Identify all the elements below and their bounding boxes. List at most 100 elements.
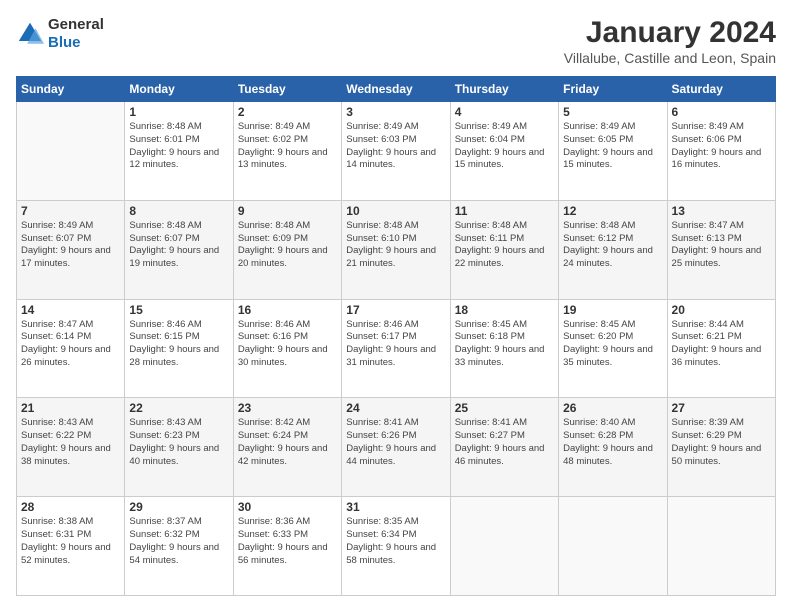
- day-number: 5: [563, 105, 662, 119]
- col-wednesday: Wednesday: [342, 77, 450, 102]
- day-details: Sunrise: 8:49 AMSunset: 6:07 PMDaylight:…: [21, 220, 111, 269]
- day-number: 14: [21, 303, 120, 317]
- day-number: 25: [455, 401, 554, 415]
- day-number: 28: [21, 500, 120, 514]
- table-row: 4 Sunrise: 8:49 AMSunset: 6:04 PMDayligh…: [450, 102, 558, 201]
- col-friday: Friday: [559, 77, 667, 102]
- location-title: Villalube, Castille and Leon, Spain: [564, 50, 776, 66]
- day-details: Sunrise: 8:40 AMSunset: 6:28 PMDaylight:…: [563, 417, 653, 466]
- page: General Blue January 2024 Villalube, Cas…: [0, 0, 792, 612]
- day-number: 16: [238, 303, 337, 317]
- day-number: 18: [455, 303, 554, 317]
- table-row: 15 Sunrise: 8:46 AMSunset: 6:15 PMDaylig…: [125, 299, 233, 398]
- day-number: 23: [238, 401, 337, 415]
- day-details: Sunrise: 8:41 AMSunset: 6:27 PMDaylight:…: [455, 417, 545, 466]
- logo-icon: [16, 20, 44, 48]
- day-details: Sunrise: 8:45 AMSunset: 6:20 PMDaylight:…: [563, 319, 653, 368]
- day-details: Sunrise: 8:44 AMSunset: 6:21 PMDaylight:…: [672, 319, 762, 368]
- day-details: Sunrise: 8:48 AMSunset: 6:09 PMDaylight:…: [238, 220, 328, 269]
- calendar-week-row: 21 Sunrise: 8:43 AMSunset: 6:22 PMDaylig…: [17, 398, 776, 497]
- table-row: 17 Sunrise: 8:46 AMSunset: 6:17 PMDaylig…: [342, 299, 450, 398]
- table-row: 7 Sunrise: 8:49 AMSunset: 6:07 PMDayligh…: [17, 200, 125, 299]
- day-number: 1: [129, 105, 228, 119]
- table-row: 30 Sunrise: 8:36 AMSunset: 6:33 PMDaylig…: [233, 497, 341, 596]
- table-row: [17, 102, 125, 201]
- day-details: Sunrise: 8:43 AMSunset: 6:22 PMDaylight:…: [21, 417, 111, 466]
- day-details: Sunrise: 8:49 AMSunset: 6:06 PMDaylight:…: [672, 121, 762, 170]
- day-details: Sunrise: 8:47 AMSunset: 6:13 PMDaylight:…: [672, 220, 762, 269]
- day-details: Sunrise: 8:48 AMSunset: 6:01 PMDaylight:…: [129, 121, 219, 170]
- table-row: 5 Sunrise: 8:49 AMSunset: 6:05 PMDayligh…: [559, 102, 667, 201]
- col-sunday: Sunday: [17, 77, 125, 102]
- table-row: 31 Sunrise: 8:35 AMSunset: 6:34 PMDaylig…: [342, 497, 450, 596]
- table-row: 9 Sunrise: 8:48 AMSunset: 6:09 PMDayligh…: [233, 200, 341, 299]
- day-number: 30: [238, 500, 337, 514]
- table-row: 25 Sunrise: 8:41 AMSunset: 6:27 PMDaylig…: [450, 398, 558, 497]
- calendar-header-row: Sunday Monday Tuesday Wednesday Thursday…: [17, 77, 776, 102]
- col-tuesday: Tuesday: [233, 77, 341, 102]
- table-row: 16 Sunrise: 8:46 AMSunset: 6:16 PMDaylig…: [233, 299, 341, 398]
- day-number: 2: [238, 105, 337, 119]
- day-number: 13: [672, 204, 771, 218]
- day-details: Sunrise: 8:48 AMSunset: 6:10 PMDaylight:…: [346, 220, 436, 269]
- table-row: 28 Sunrise: 8:38 AMSunset: 6:31 PMDaylig…: [17, 497, 125, 596]
- table-row: 10 Sunrise: 8:48 AMSunset: 6:10 PMDaylig…: [342, 200, 450, 299]
- table-row: 8 Sunrise: 8:48 AMSunset: 6:07 PMDayligh…: [125, 200, 233, 299]
- day-number: 21: [21, 401, 120, 415]
- day-number: 31: [346, 500, 445, 514]
- table-row: 13 Sunrise: 8:47 AMSunset: 6:13 PMDaylig…: [667, 200, 775, 299]
- calendar-week-row: 1 Sunrise: 8:48 AMSunset: 6:01 PMDayligh…: [17, 102, 776, 201]
- col-thursday: Thursday: [450, 77, 558, 102]
- month-title: January 2024: [564, 16, 776, 50]
- day-number: 17: [346, 303, 445, 317]
- day-details: Sunrise: 8:42 AMSunset: 6:24 PMDaylight:…: [238, 417, 328, 466]
- day-details: Sunrise: 8:43 AMSunset: 6:23 PMDaylight:…: [129, 417, 219, 466]
- day-details: Sunrise: 8:48 AMSunset: 6:12 PMDaylight:…: [563, 220, 653, 269]
- day-number: 29: [129, 500, 228, 514]
- day-number: 7: [21, 204, 120, 218]
- table-row: 27 Sunrise: 8:39 AMSunset: 6:29 PMDaylig…: [667, 398, 775, 497]
- table-row: 22 Sunrise: 8:43 AMSunset: 6:23 PMDaylig…: [125, 398, 233, 497]
- day-number: 20: [672, 303, 771, 317]
- logo-general: General: [48, 16, 104, 33]
- table-row: 1 Sunrise: 8:48 AMSunset: 6:01 PMDayligh…: [125, 102, 233, 201]
- day-number: 26: [563, 401, 662, 415]
- day-details: Sunrise: 8:36 AMSunset: 6:33 PMDaylight:…: [238, 516, 328, 565]
- day-number: 12: [563, 204, 662, 218]
- table-row: 12 Sunrise: 8:48 AMSunset: 6:12 PMDaylig…: [559, 200, 667, 299]
- calendar-week-row: 28 Sunrise: 8:38 AMSunset: 6:31 PMDaylig…: [17, 497, 776, 596]
- table-row: 6 Sunrise: 8:49 AMSunset: 6:06 PMDayligh…: [667, 102, 775, 201]
- day-number: 6: [672, 105, 771, 119]
- col-monday: Monday: [125, 77, 233, 102]
- day-details: Sunrise: 8:47 AMSunset: 6:14 PMDaylight:…: [21, 319, 111, 368]
- day-details: Sunrise: 8:49 AMSunset: 6:04 PMDaylight:…: [455, 121, 545, 170]
- calendar-table: Sunday Monday Tuesday Wednesday Thursday…: [16, 76, 776, 596]
- day-number: 8: [129, 204, 228, 218]
- calendar-week-row: 7 Sunrise: 8:49 AMSunset: 6:07 PMDayligh…: [17, 200, 776, 299]
- day-details: Sunrise: 8:38 AMSunset: 6:31 PMDaylight:…: [21, 516, 111, 565]
- day-details: Sunrise: 8:49 AMSunset: 6:05 PMDaylight:…: [563, 121, 653, 170]
- day-details: Sunrise: 8:46 AMSunset: 6:16 PMDaylight:…: [238, 319, 328, 368]
- calendar-week-row: 14 Sunrise: 8:47 AMSunset: 6:14 PMDaylig…: [17, 299, 776, 398]
- day-details: Sunrise: 8:46 AMSunset: 6:17 PMDaylight:…: [346, 319, 436, 368]
- col-saturday: Saturday: [667, 77, 775, 102]
- table-row: 21 Sunrise: 8:43 AMSunset: 6:22 PMDaylig…: [17, 398, 125, 497]
- logo-blue: Blue: [48, 34, 81, 51]
- table-row: 19 Sunrise: 8:45 AMSunset: 6:20 PMDaylig…: [559, 299, 667, 398]
- day-details: Sunrise: 8:46 AMSunset: 6:15 PMDaylight:…: [129, 319, 219, 368]
- day-number: 9: [238, 204, 337, 218]
- table-row: [667, 497, 775, 596]
- table-row: 24 Sunrise: 8:41 AMSunset: 6:26 PMDaylig…: [342, 398, 450, 497]
- table-row: 18 Sunrise: 8:45 AMSunset: 6:18 PMDaylig…: [450, 299, 558, 398]
- day-number: 19: [563, 303, 662, 317]
- table-row: 2 Sunrise: 8:49 AMSunset: 6:02 PMDayligh…: [233, 102, 341, 201]
- day-number: 4: [455, 105, 554, 119]
- day-details: Sunrise: 8:49 AMSunset: 6:03 PMDaylight:…: [346, 121, 436, 170]
- table-row: [450, 497, 558, 596]
- logo: General Blue: [16, 16, 104, 52]
- table-row: 11 Sunrise: 8:48 AMSunset: 6:11 PMDaylig…: [450, 200, 558, 299]
- day-number: 24: [346, 401, 445, 415]
- day-details: Sunrise: 8:39 AMSunset: 6:29 PMDaylight:…: [672, 417, 762, 466]
- day-details: Sunrise: 8:48 AMSunset: 6:07 PMDaylight:…: [129, 220, 219, 269]
- day-number: 11: [455, 204, 554, 218]
